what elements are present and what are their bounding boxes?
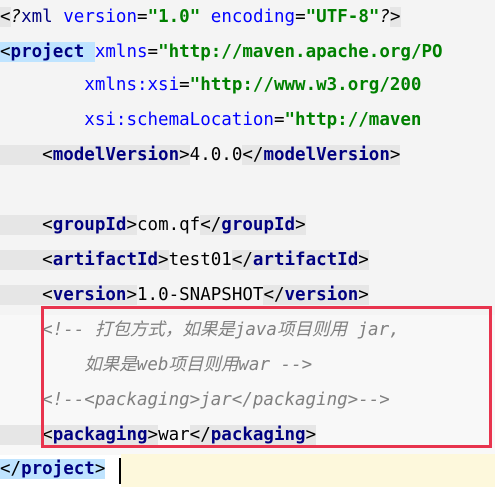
code-token: com.qf [137,215,201,235]
xml-tag-name: modelVersion [263,145,390,165]
code-token: < [0,145,53,165]
code-token: = [179,75,190,95]
code-token: > [94,459,106,479]
code-token: 4.0.0 [189,145,243,165]
xml-tag-name: version [52,285,127,305]
xml-attribute: xmlns:xsi [84,75,180,95]
code-line[interactable] [0,173,495,208]
code-token: ? [10,7,22,27]
xml-tag-name: project [10,42,95,62]
text-cursor [119,458,121,484]
code-line[interactable]: <project xmlns="http://maven.apache.org/… [0,35,495,70]
code-line[interactable]: xsi:schemaLocation="http://maven [0,103,495,138]
code-token: > [126,215,137,235]
code-token: > [179,145,190,165]
code-token: = [273,110,285,130]
code-line[interactable]: <artifactId>test01</artifactId> [0,243,495,278]
code-token: = [295,7,306,27]
xml-attribute-value: "http://www.w3.org/200 [189,75,422,95]
xml-tag-name: groupId [52,215,127,235]
xml-attribute: xmlns [94,42,148,62]
xml-tag-name: modelVersion [52,145,180,165]
code-token: > [358,285,369,305]
xml-attribute: version [63,7,138,27]
xml-tag-name: groupId [221,215,296,235]
code-token: </ [200,215,222,235]
xml-attribute: encoding [210,7,296,27]
xml-attribute-value: "http://maven [284,110,422,130]
code-line[interactable]: xmlns:xsi="http://www.w3.org/200 [0,68,495,103]
xml-attribute-value: "1.0" [147,7,201,27]
code-editor[interactable]: <?xml version="1.0" encoding="UTF-8"?> <p… [0,0,495,487]
code-token: < [0,215,53,235]
code-token: </ [231,250,253,270]
code-token: < [0,42,11,62]
code-token: > [389,7,401,27]
code-token: </ [0,459,22,479]
code-line[interactable]: <?xml version="1.0" encoding="UTF-8"?> [0,0,495,35]
code-token: ? [379,7,390,27]
code-token: > [158,250,169,270]
code-line[interactable]: <groupId>com.qf</groupId> [0,208,495,243]
code-token: < [0,285,53,305]
code-token: = [137,7,148,27]
xml-tag-name: project [21,459,95,479]
xml-attribute-value: "http://maven.apache.org/PO [158,42,443,62]
highlight-box [41,306,492,448]
code-token: < [0,250,53,270]
code-token: > [389,145,401,165]
code-token: > [126,285,137,305]
code-token: = [147,42,159,62]
code-line[interactable]: <modelVersion>4.0.0</modelVersion> [0,138,495,173]
xml-tag-name: artifactId [52,250,159,270]
code-token: > [358,250,369,270]
code-token: </ [263,285,285,305]
xml-tag-name: version [284,285,359,305]
xml-attribute-value: "UTF-8" [305,7,380,27]
xml-tag-name: artifactId [252,250,359,270]
code-line[interactable]: </project> [0,452,495,487]
code-token: 1.0-SNAPSHOT [137,285,264,305]
code-token: test01 [168,250,232,270]
code-token: </ [242,145,264,165]
xml-attribute: xsi:schemaLocation [84,110,274,130]
code-token: xml [21,7,64,27]
code-token: < [0,7,11,27]
code-token: > [295,215,306,235]
